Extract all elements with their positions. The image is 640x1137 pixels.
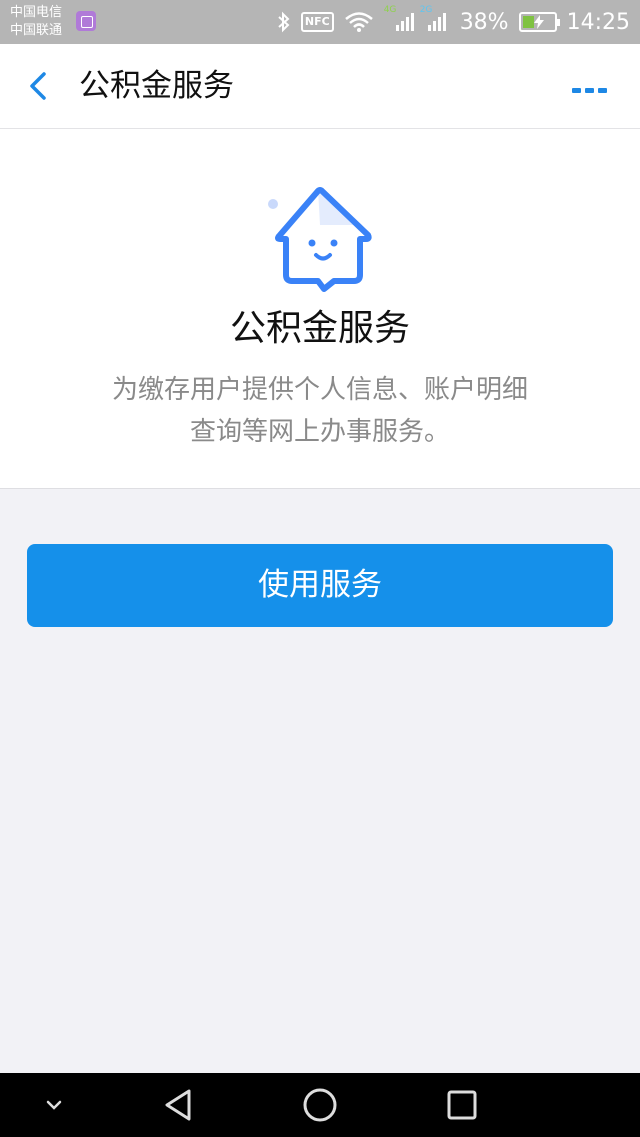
system-recents-button[interactable] xyxy=(434,1073,490,1137)
system-home-button[interactable] xyxy=(292,1073,348,1137)
clock: 14:25 xyxy=(566,9,630,35)
page-title: 公积金服务 xyxy=(79,68,234,104)
network-type-2: 2G xyxy=(419,5,433,15)
status-icons: NFC 4G 2G 38% 14:25 xyxy=(277,0,630,44)
signal-icon: 2G xyxy=(420,5,450,33)
bluetooth-icon xyxy=(277,11,291,33)
house-smile-icon xyxy=(268,187,372,292)
home-circle-icon xyxy=(303,1088,337,1122)
battery-icon xyxy=(518,12,560,32)
service-description: 为缴存用户提供个人信息、账户明细查询等网上办事服务。 xyxy=(111,375,528,447)
status-bar: 中国电信 中国联通 NFC 4G 2G 38% 14:25 xyxy=(0,0,640,44)
carrier-1: 中国电信 xyxy=(10,5,63,20)
more-icon xyxy=(572,88,607,93)
wifi-icon xyxy=(344,11,374,33)
back-button[interactable] xyxy=(24,66,56,106)
carrier-2: 中国联通 xyxy=(10,23,63,38)
back-triangle-icon xyxy=(165,1089,191,1121)
carrier-info: 中国电信 中国联通 xyxy=(10,4,62,40)
system-nav-bar xyxy=(0,1073,640,1137)
gallery-icon xyxy=(76,11,96,31)
battery-percent: 38% xyxy=(459,9,509,35)
nav-bar: 公积金服务 xyxy=(0,44,640,129)
network-type-1: 4G xyxy=(383,5,397,15)
nfc-icon: NFC xyxy=(300,12,334,32)
chevron-left-icon xyxy=(30,72,46,100)
use-service-button[interactable]: 使用服务 xyxy=(27,544,613,627)
recents-square-icon xyxy=(447,1090,477,1120)
signal-icon: 4G xyxy=(384,5,414,33)
service-title: 公积金服务 xyxy=(229,308,410,349)
collapse-button[interactable] xyxy=(34,1073,74,1137)
service-intro-card: 公积金服务 为缴存用户提供个人信息、账户明细查询等网上办事服务。 xyxy=(0,129,640,489)
system-back-button[interactable] xyxy=(150,1073,206,1137)
more-button[interactable] xyxy=(570,74,610,98)
collapse-icon xyxy=(46,1100,62,1110)
